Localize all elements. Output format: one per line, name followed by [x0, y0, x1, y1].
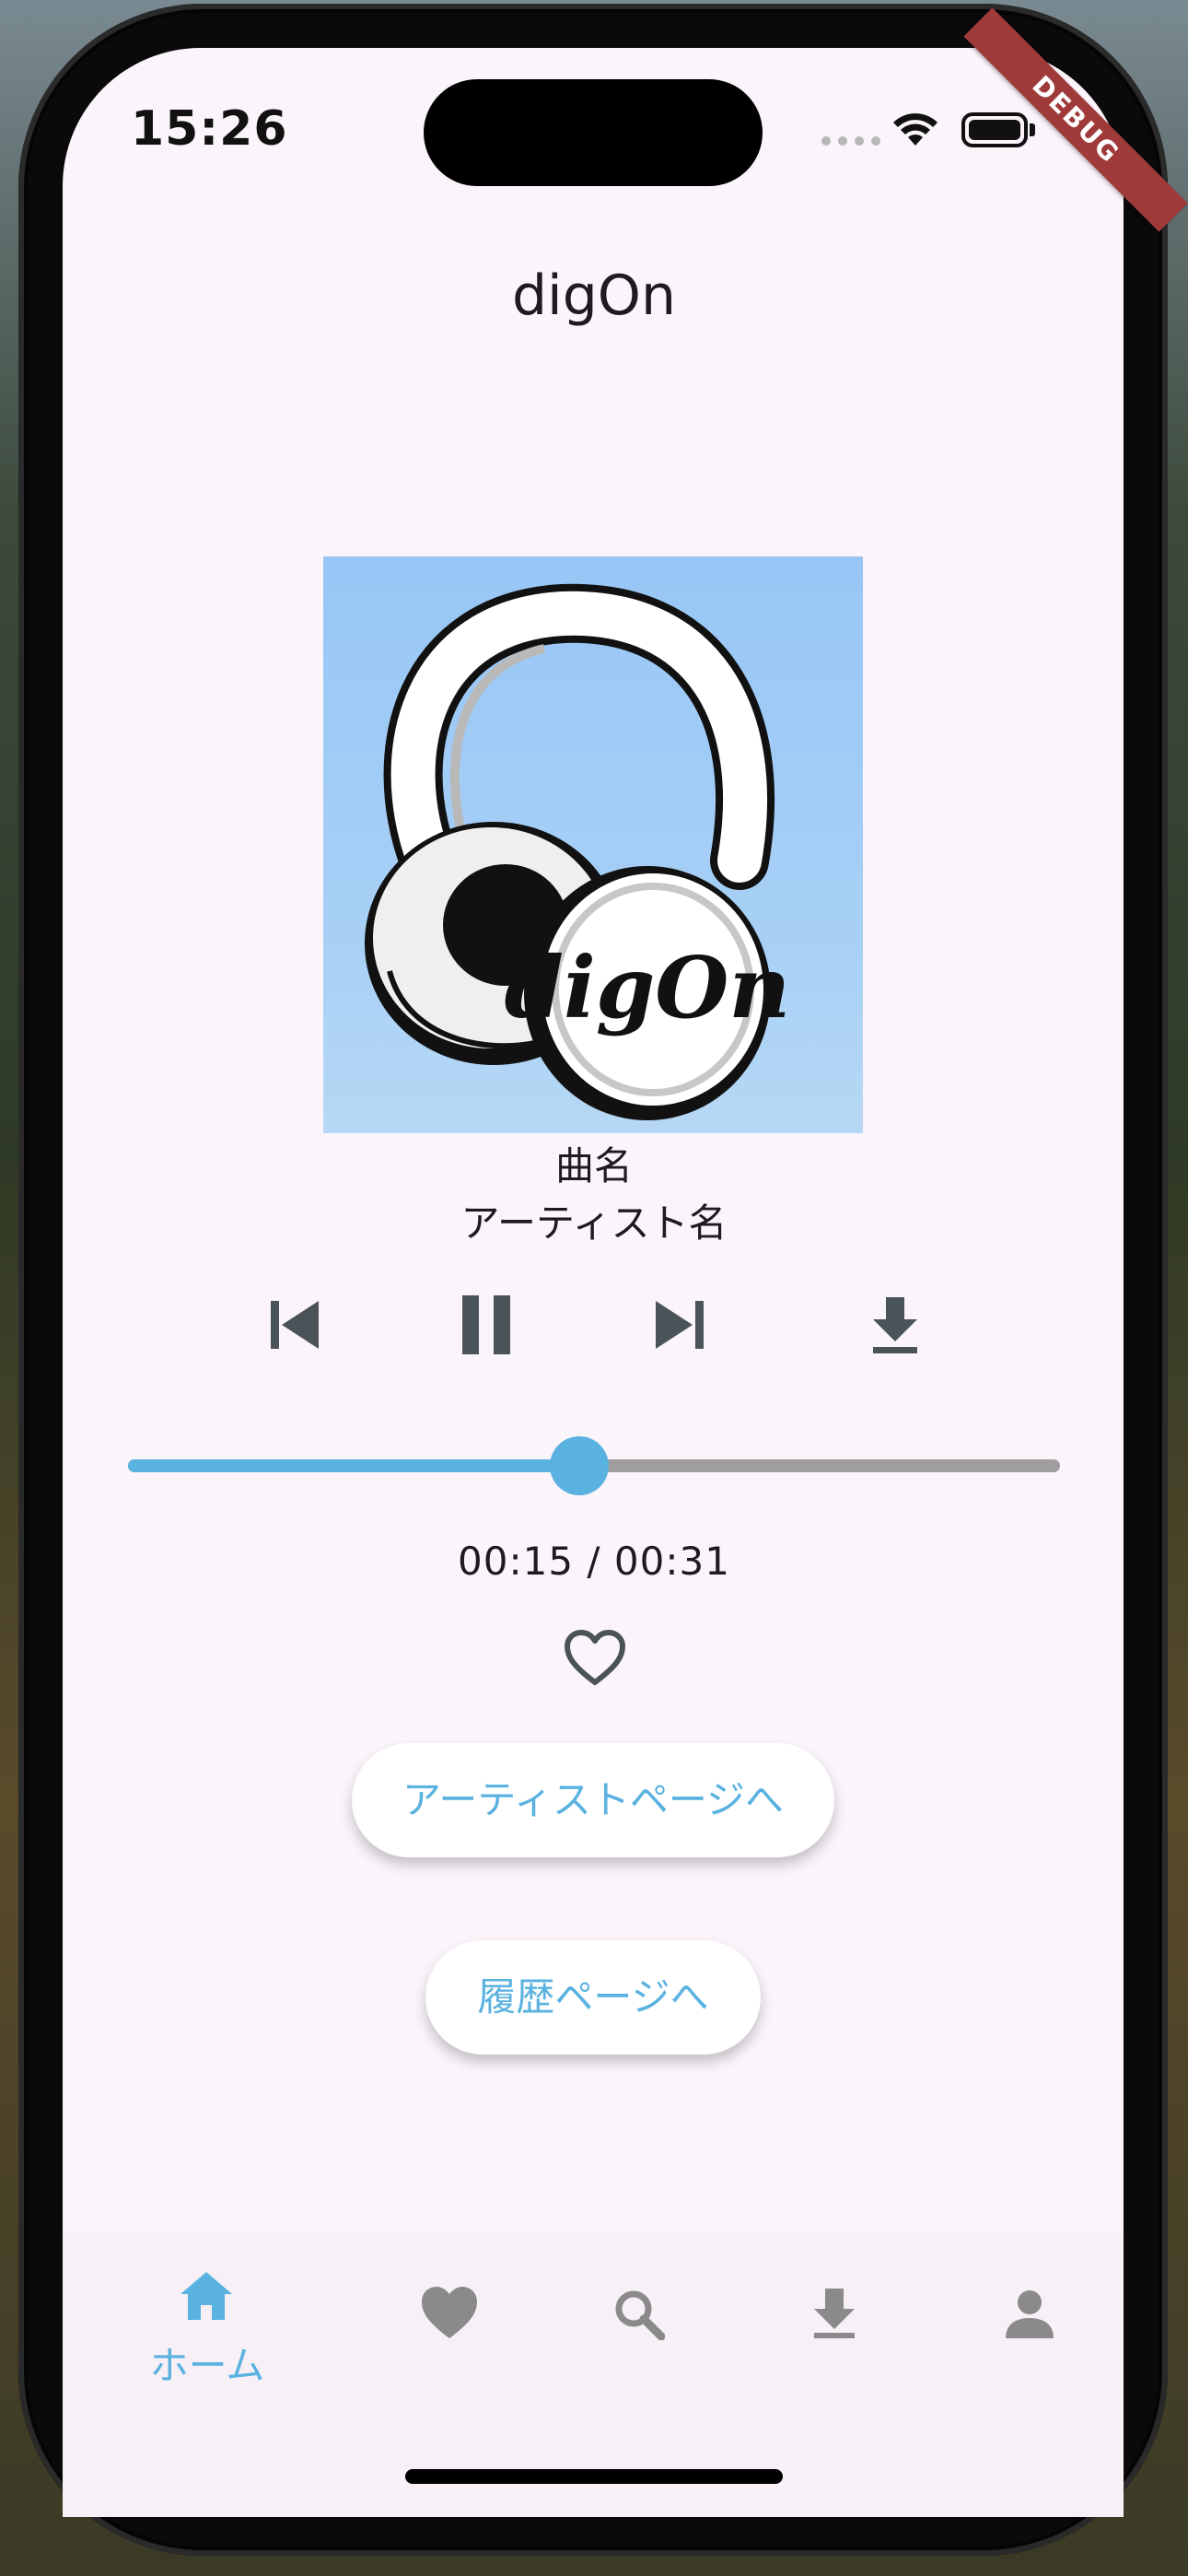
skip-previous-icon: [271, 1301, 279, 1349]
nav-home[interactable]: [177, 2268, 236, 2322]
home-icon: [181, 2272, 232, 2320]
headphones-logo-image: digOn: [365, 583, 791, 1120]
skip-next-button[interactable]: [643, 1288, 716, 1362]
skip-next-icon: [656, 1301, 693, 1349]
person-icon: [1006, 2290, 1054, 2338]
search-icon: [615, 2290, 665, 2340]
nav-favorites[interactable]: [420, 2285, 479, 2340]
history-page-button[interactable]: 履歴ページへ: [425, 1940, 761, 2055]
album-artwork: digOn: [323, 556, 863, 1133]
dynamic-island: [424, 79, 763, 186]
skip-previous-button[interactable]: [258, 1288, 332, 1362]
download-button[interactable]: [858, 1288, 932, 1362]
artist-page-button[interactable]: アーティストページへ: [352, 1743, 834, 1857]
download-icon: [814, 2289, 855, 2338]
svg-text:digOn: digOn: [505, 938, 791, 1037]
pause-button[interactable]: [449, 1288, 523, 1362]
pause-icon: [462, 1295, 479, 1354]
artist-name: アーティスト名: [460, 1200, 728, 1246]
nav-home-label: ホーム: [149, 2343, 265, 2388]
nav-search[interactable]: [613, 2289, 665, 2340]
heart-icon: [422, 2287, 477, 2338]
playback-time: 00:15 / 00:31: [458, 1539, 730, 1584]
nav-profile[interactable]: [1004, 2289, 1055, 2340]
home-indicator: [405, 2469, 783, 2484]
seek-slider[interactable]: [128, 1436, 1060, 1495]
heart-outline-icon: [565, 1630, 625, 1685]
song-title: 曲名: [554, 1143, 633, 1188]
battery-icon: [961, 112, 1028, 147]
status-time: 15:26: [131, 101, 288, 157]
cellular-signal-icon: [821, 136, 880, 146]
download-icon: [873, 1297, 917, 1341]
wifi-icon: [893, 113, 938, 146]
app-screen: [63, 48, 1124, 2517]
page-title: digOn: [511, 263, 677, 328]
seek-slider-progress: [128, 1459, 579, 1472]
favorite-button[interactable]: [564, 1629, 626, 1688]
battery-tip: [1030, 123, 1035, 136]
seek-slider-thumb[interactable]: [549, 1436, 609, 1495]
nav-downloads[interactable]: [809, 2285, 860, 2340]
